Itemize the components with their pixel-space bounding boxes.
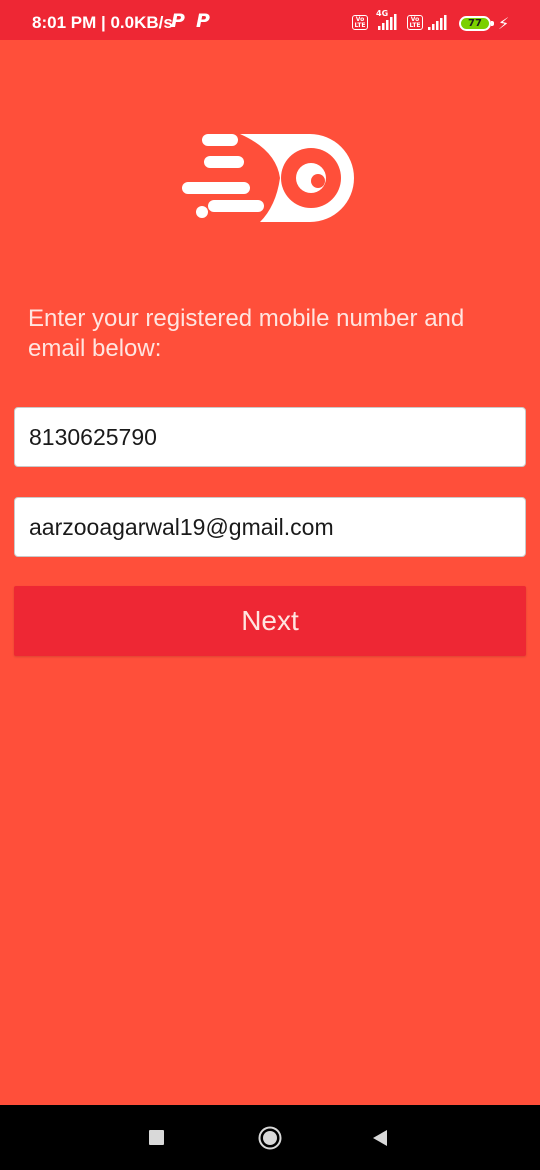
status-icons: Vo LTE 4G Vo LTE 77 ⚡ <box>352 9 512 33</box>
back-triangle-icon[interactable] <box>371 1128 389 1148</box>
navigation-bar <box>0 1105 540 1170</box>
recent-apps-square-icon[interactable] <box>149 1130 164 1145</box>
notification-p-icon: P <box>171 10 185 32</box>
status-bar: 8:01 PM | 0.0KB/s P P Vo LTE 4G Vo LTE 77 … <box>0 0 540 40</box>
mobile-number-input[interactable] <box>14 407 526 467</box>
signal-icon <box>378 14 397 30</box>
battery-icon: 77 <box>459 16 491 31</box>
volte-icon: Vo LTE <box>407 15 423 30</box>
volte-icon: Vo LTE <box>352 15 368 30</box>
email-input[interactable] <box>14 497 526 557</box>
notification-p-icon: P <box>196 10 210 32</box>
signal-icon <box>428 15 447 30</box>
app-logo-icon <box>182 134 354 222</box>
next-button[interactable]: Next <box>14 586 526 656</box>
status-time: 8:01 PM | 0.0KB/s <box>32 13 173 32</box>
battery-tip <box>491 21 494 26</box>
instructions-text: Enter your registered mobile number and … <box>28 305 465 362</box>
charging-icon: ⚡ <box>498 14 510 33</box>
home-circle-icon[interactable] <box>258 1126 282 1150</box>
